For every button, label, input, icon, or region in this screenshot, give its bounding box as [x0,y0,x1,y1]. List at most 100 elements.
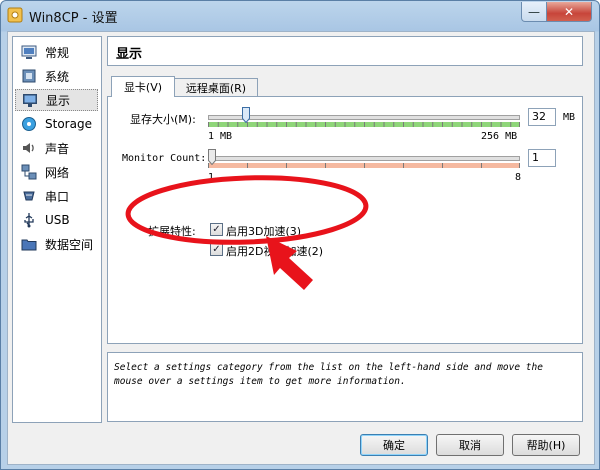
video-memory-unit: MB [563,112,576,123]
slider-tick [276,122,278,127]
slider-tick [286,122,287,127]
close-button[interactable]: ✕ [546,2,592,22]
title-bar[interactable]: Win8CP - 设置 — ✕ [1,1,599,29]
slider-tick [266,122,268,127]
help-button[interactable]: 帮助(H) [512,434,580,456]
monitor-count-slider-thumb[interactable] [208,149,216,165]
sidebar-item-serial-port[interactable]: 串口 [15,185,98,207]
general-icon [21,45,37,59]
monitor-count-slider-range-bar [208,163,520,168]
video-memory-min-label: 1 MB [208,131,233,142]
slider-tick [364,163,365,168]
settings-category-list: 常规 系统 显示 Storage 声音 网络 串口 USB 数据空间 [12,36,102,423]
enable-2d-video-acceleration-checkbox[interactable]: ✓ [210,243,223,256]
help-info-box: Select a settings category from the list… [107,352,583,422]
display-icon [23,94,37,107]
slider-tick [305,122,307,127]
sidebar-item-label: 声音 [45,141,70,156]
sidebar-item-storage[interactable]: Storage [15,113,98,135]
slider-tick [519,163,520,168]
tab-video[interactable]: 显卡(V) [111,76,175,97]
slider-tick [334,122,336,127]
video-memory-input[interactable]: 32 [528,108,556,126]
slider-tick [364,122,365,127]
shared-folders-icon [21,239,37,251]
slider-tick [295,122,297,127]
tab-remote-display[interactable]: 远程桌面(R) [174,78,258,97]
slider-tick [442,163,443,168]
close-icon: ✕ [563,4,575,19]
page-header: 显示 [107,36,583,66]
settings-window: Win8CP - 设置 — ✕ 常规 系统 显示 Storage 声音 网络 串… [0,0,600,470]
sidebar-item-network[interactable]: 网络 [15,161,98,183]
tab-label: 显卡(V) [123,81,163,94]
serial-port-icon [23,191,35,201]
slider-tick [500,122,502,127]
slider-tick [510,122,512,127]
monitor-count-min-label: 1 [208,172,215,183]
slider-tick [227,122,229,127]
slider-tick [208,122,209,127]
dialog-body: 常规 系统 显示 Storage 声音 网络 串口 USB 数据空间 显示 显卡… [7,31,595,465]
enable-3d-acceleration-label[interactable]: 启用3D加速(3) [226,223,301,239]
slider-tick [519,122,520,127]
slider-tick [393,122,395,127]
slider-tick [256,122,258,127]
sidebar-item-audio[interactable]: 声音 [15,137,98,159]
slider-tick [217,122,219,127]
audio-icon [23,143,34,153]
minimize-button[interactable]: — [521,2,547,22]
slider-tick [403,163,404,168]
slider-tick [481,163,482,168]
minimize-icon: — [528,4,540,19]
sidebar-item-label: 系统 [45,69,70,84]
video-memory-label: 显存大小(M): [130,113,196,126]
slider-tick [383,122,385,127]
enable-2d-video-acceleration-label[interactable]: 启用2D视频加速(2) [226,243,323,259]
sidebar-item-usb[interactable]: USB [15,209,98,231]
sidebar-item-label: 常规 [45,45,70,60]
video-memory-slider-track[interactable] [208,115,520,120]
slider-tick [471,122,473,127]
cancel-button[interactable]: 取消 [436,434,504,456]
monitor-count-input[interactable]: 1 [528,149,556,167]
extended-features-label: 扩展特性: [148,225,196,238]
slider-tick [286,163,287,168]
system-icon [22,69,36,83]
slider-tick [373,122,375,127]
slider-tick [490,122,492,127]
sidebar-item-label: Storage [45,117,92,131]
sidebar-item-display[interactable]: 显示 [15,89,98,111]
tab-label: 远程桌面(R) [185,82,247,95]
monitor-count-slider-track[interactable] [208,156,520,161]
slider-tick [432,122,434,127]
sidebar-item-label: 显示 [46,93,71,108]
slider-tick [344,122,346,127]
sidebar-item-general[interactable]: 常规 [15,41,98,63]
sidebar-item-label: USB [45,213,70,227]
sidebar-item-label: 网络 [45,165,70,180]
slider-tick [403,122,404,127]
slider-tick [325,122,326,127]
monitor-count-max-label: 8 [515,172,522,183]
video-memory-max-label: 256 MB [481,131,518,142]
usb-icon [24,213,34,228]
storage-icon [22,117,36,131]
ok-button[interactable]: 确定 [360,434,428,456]
slider-tick [315,122,317,127]
sidebar-item-system[interactable]: 系统 [15,65,98,87]
slider-tick [325,163,326,168]
virtualbox-app-icon [7,7,23,23]
page-title: 显示 [116,47,143,62]
enable-3d-acceleration-checkbox[interactable]: ✓ [210,223,223,236]
slider-tick [247,163,248,168]
video-memory-slider-range-bar [208,122,520,127]
slider-tick [422,122,424,127]
network-icon [21,164,37,180]
checkmark-icon: ✓ [212,243,221,255]
sidebar-item-shared-folders[interactable]: 数据空间 [15,233,98,255]
video-memory-slider-thumb[interactable] [241,107,250,123]
slider-tick [481,122,482,127]
slider-tick [451,122,453,127]
slider-tick [412,122,414,127]
